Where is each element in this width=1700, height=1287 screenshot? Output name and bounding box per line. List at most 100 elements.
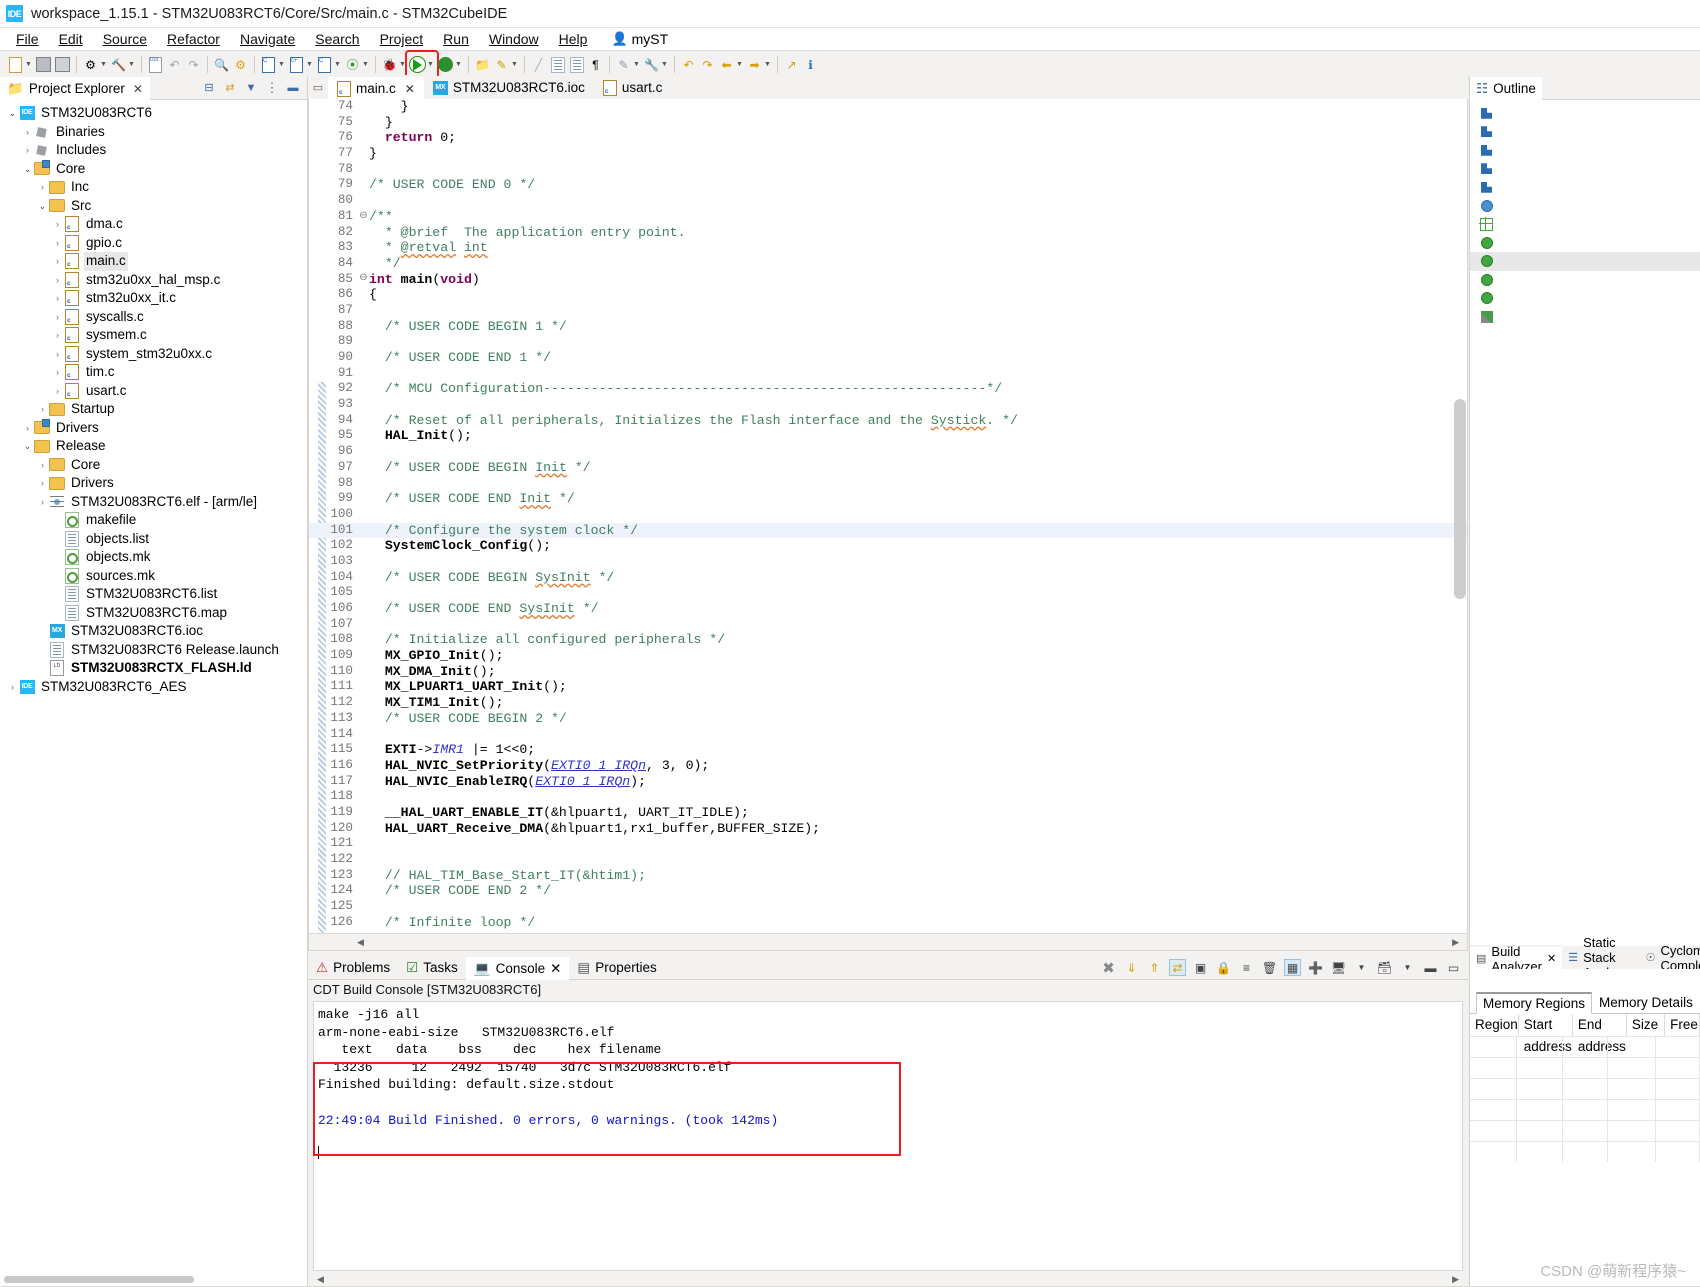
code-line[interactable]: 89 xyxy=(309,334,1467,350)
toolbar-ext-tools-button[interactable]: 🔧 ▼ xyxy=(642,53,670,76)
code-line[interactable]: 106 /* USER CODE END SysInit */ xyxy=(309,601,1467,617)
code-line[interactable]: 111 MX_LPUART1_UART_Init(); xyxy=(309,679,1467,695)
new-console-icon[interactable]: ➕ xyxy=(1307,959,1324,976)
toolbar-git-button[interactable]: ⦿ ▼ xyxy=(343,53,371,76)
code-line[interactable]: 120 HAL_UART_Receive_DMA(&hlpuart1,rx1_b… xyxy=(309,821,1467,837)
minimize-icon[interactable]: ▬ xyxy=(1422,959,1439,976)
outline-item[interactable] xyxy=(1470,160,1700,179)
code-line[interactable]: 104 /* USER CODE BEGIN SysInit */ xyxy=(309,570,1467,586)
code-line[interactable]: 98 xyxy=(309,476,1467,492)
chevron-down-icon[interactable]: ▼ xyxy=(24,56,33,73)
tree-item[interactable]: › c syscalls.c xyxy=(0,308,307,327)
code-line[interactable]: 88 /* USER CODE BEGIN 1 */ xyxy=(309,319,1467,335)
code-line[interactable]: 103 xyxy=(309,554,1467,570)
tab-build-analyzer[interactable]: ▤ Build Analyzer ✕ xyxy=(1470,944,1563,974)
close-icon[interactable]: ✕ xyxy=(550,961,561,977)
code-line[interactable]: 100 xyxy=(309,507,1467,523)
scroll-left-icon[interactable]: ◀ xyxy=(357,937,364,948)
column-header-free[interactable]: Free xyxy=(1665,1014,1700,1036)
code-line[interactable]: 94 /* Reset of all peripherals, Initiali… xyxy=(309,413,1467,429)
tab-properties[interactable]: ▤ Properties xyxy=(569,956,664,979)
editor-vertical-scrollbar[interactable] xyxy=(1454,399,1466,599)
minimize-icon[interactable]: ▬ xyxy=(286,81,300,95)
maximize-icon[interactable]: ▭ xyxy=(1445,959,1462,976)
toolbar-binary-button[interactable]: 010 xyxy=(146,53,165,76)
chevron-down-icon[interactable]: ▼ xyxy=(398,56,407,73)
toolbar-external-link-button[interactable]: ↗ xyxy=(782,53,801,76)
myst-account-button[interactable]: 👤 myST xyxy=(611,31,668,47)
toolbar-save-all-button[interactable] xyxy=(53,53,72,76)
tree-expand-arrow[interactable]: › xyxy=(36,400,49,419)
tree-expand-arrow[interactable]: › xyxy=(36,474,49,493)
tree-expand-arrow[interactable]: › xyxy=(36,456,49,475)
tree-item[interactable]: MX STM32U083RCT6.ioc xyxy=(0,622,307,641)
code-line[interactable]: 97 /* USER CODE BEGIN Init */ xyxy=(309,460,1467,476)
scroll-down-icon[interactable]: ⇓ xyxy=(1123,959,1140,976)
tree-expand-arrow[interactable]: › xyxy=(51,215,64,234)
code-line[interactable]: 95 HAL_Init(); xyxy=(309,428,1467,444)
code-line[interactable]: 79 /* USER CODE END 0 */ xyxy=(309,177,1467,193)
tree-item[interactable]: objects.mk xyxy=(0,548,307,567)
tree-item[interactable]: › Drivers xyxy=(0,419,307,438)
code-line[interactable]: 112 MX_TIM1_Init(); xyxy=(309,695,1467,711)
menu-navigate[interactable]: Navigate xyxy=(230,30,305,48)
chevron-down-icon[interactable]: ▼ xyxy=(277,56,286,73)
tree-item[interactable]: objects.list xyxy=(0,530,307,549)
tree-item[interactable]: STM32U083RCT6 Release.launch xyxy=(0,641,307,660)
code-line[interactable]: 108 /* Initialize all configured periphe… xyxy=(309,632,1467,648)
code-line[interactable]: 122 xyxy=(309,852,1467,868)
tab-main-c[interactable]: c main.c ✕ xyxy=(328,75,424,100)
tree-expand-arrow[interactable]: › xyxy=(36,178,49,197)
chevron-down-icon[interactable]: ▼ xyxy=(510,56,519,73)
code-line[interactable]: 75 } xyxy=(309,115,1467,131)
scroll-right-icon[interactable]: ▶ xyxy=(1452,937,1459,948)
tree-expand-arrow[interactable]: › xyxy=(51,345,64,364)
outline-item[interactable] xyxy=(1470,289,1700,308)
column-header-region[interactable]: Region xyxy=(1470,1014,1519,1036)
chevron-down-icon[interactable]: ▼ xyxy=(660,56,669,73)
menu-source[interactable]: Source xyxy=(93,30,157,48)
code-line[interactable]: 87 xyxy=(309,303,1467,319)
tab-ioc[interactable]: MX STM32U083RCT6.ioc xyxy=(423,76,594,99)
tree-item[interactable]: ⌄ Core xyxy=(0,160,307,179)
outline-item[interactable] xyxy=(1470,104,1700,123)
code-line[interactable]: 107 xyxy=(309,617,1467,633)
memory-regions-body[interactable] xyxy=(1470,1036,1700,1162)
menu-project[interactable]: Project xyxy=(370,30,434,48)
tree-item[interactable]: › c gpio.c xyxy=(0,234,307,253)
menu-run[interactable]: Run xyxy=(433,30,479,48)
chevron-down-icon[interactable]: ▼ xyxy=(99,56,108,73)
tree-expand-arrow[interactable]: ⌄ xyxy=(21,160,34,179)
table-row[interactable] xyxy=(1470,1078,1700,1099)
toolbar-format-button[interactable] xyxy=(548,53,567,76)
code-line[interactable]: 84 */ xyxy=(309,256,1467,272)
tab-project-explorer[interactable]: 📁 Project Explorer ✕ xyxy=(0,75,150,100)
console-output[interactable]: make -j16 all arm-none-eabi-size STM32U08… xyxy=(313,1001,1463,1271)
code-editor[interactable]: 74 } 75 } 76 return 0; 77} 78 79/* USER CODE … xyxy=(308,99,1468,951)
subtab-memory-details[interactable]: Memory Details xyxy=(1592,992,1700,1013)
toolbar-next-edit-button[interactable]: ↷ xyxy=(698,53,717,76)
toolbar-undo-button[interactable]: ↶ xyxy=(165,53,184,76)
word-wrap-icon[interactable]: ≡ xyxy=(1238,959,1255,976)
code-line[interactable]: 74 } xyxy=(309,99,1467,115)
column-header-size[interactable]: Size xyxy=(1627,1014,1666,1036)
tree-expand-arrow[interactable]: › xyxy=(21,123,34,142)
tree-item[interactable]: › c main.c xyxy=(0,252,307,271)
tree-item[interactable]: ⌄ Release xyxy=(0,437,307,456)
tree-item[interactable]: › c stm32u0xx_it.c xyxy=(0,289,307,308)
table-row[interactable] xyxy=(1470,1036,1700,1057)
toolbar-pilcrow-button[interactable]: ¶ xyxy=(586,53,605,76)
tree-item[interactable]: › c usart.c xyxy=(0,382,307,401)
table-row[interactable] xyxy=(1470,1057,1700,1078)
tree-expand-arrow[interactable]: › xyxy=(51,234,64,253)
toolbar-new-cpp-project-button[interactable]: c+ ▼ xyxy=(287,53,315,76)
menu-search[interactable]: Search xyxy=(305,30,369,48)
toolbar-prev-edit-button[interactable]: ↶ xyxy=(679,53,698,76)
chevron-down-icon[interactable]: ▼ xyxy=(763,56,772,73)
toolbar-new-c-project-button[interactable]: C ▼ xyxy=(259,53,287,76)
column-header-end-address[interactable]: End address xyxy=(1573,1014,1627,1054)
chevron-down-icon[interactable]: ▼ xyxy=(454,56,463,73)
code-line[interactable]: 81 ⊖/** xyxy=(309,209,1467,225)
code-line[interactable]: 116 HAL_NVIC_SetPriority(EXTI0_1_IRQn, 3… xyxy=(309,758,1467,774)
tree-item[interactable]: ⌄ IDE STM32U083RCT6 xyxy=(0,104,307,123)
